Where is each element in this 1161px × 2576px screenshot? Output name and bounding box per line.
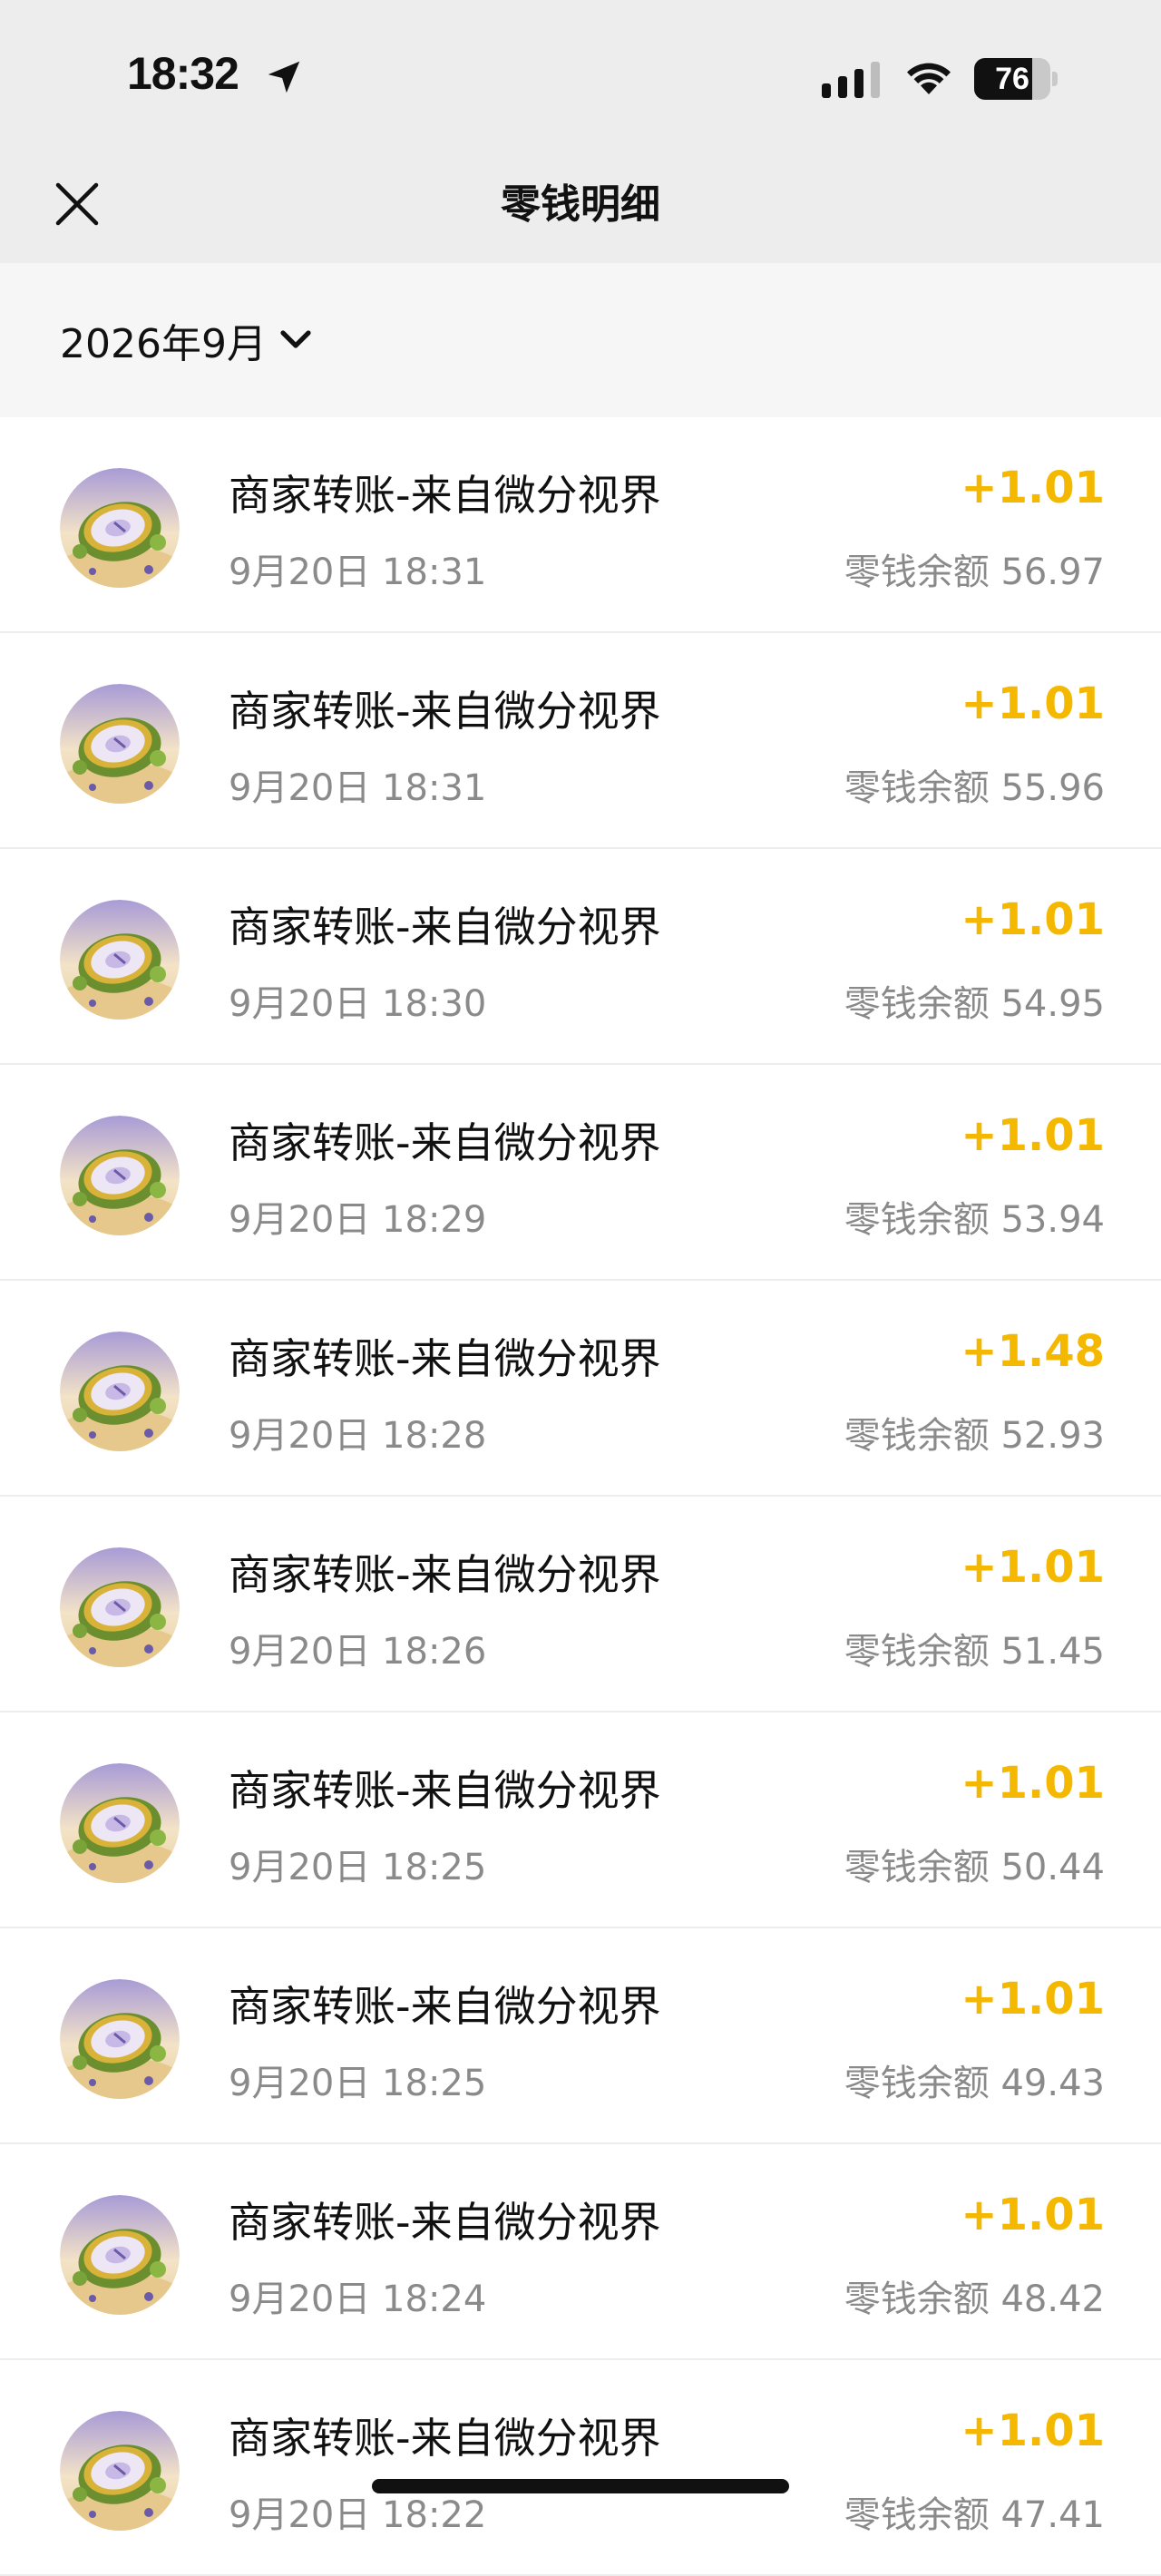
merchant-avatar — [60, 684, 180, 804]
merchant-avatar-image — [60, 684, 180, 804]
merchant-avatar — [60, 1763, 180, 1883]
transaction-amount: +1.01 — [961, 463, 1105, 513]
merchant-avatar — [60, 468, 180, 588]
transaction-balance: 零钱余额 52.93 — [844, 1415, 1105, 1457]
transaction-balance: 零钱余额 56.97 — [844, 551, 1105, 593]
transaction-amount: +1.01 — [961, 678, 1105, 729]
transaction-balance: 零钱余额 53.94 — [844, 1199, 1105, 1241]
transaction-time: 9月20日 18:31 — [229, 767, 487, 809]
transaction-row[interactable]: 商家转账-来自微分视界 9月20日 18:22 +1.01 零钱余额 47.41 — [0, 2360, 1161, 2576]
transaction-balance: 零钱余额 50.44 — [844, 1847, 1105, 1888]
merchant-avatar — [60, 1332, 180, 1451]
merchant-avatar-image — [60, 468, 180, 588]
merchant-avatar — [60, 1979, 180, 2099]
merchant-avatar-image — [60, 1116, 180, 1235]
transaction-list: 商家转账-来自微分视界 9月20日 18:31 +1.01 零钱余额 56.97… — [0, 417, 1161, 2576]
month-selector[interactable]: 2026年9月 — [60, 310, 314, 370]
close-icon — [55, 182, 99, 226]
transaction-time: 9月20日 18:31 — [229, 551, 487, 593]
merchant-avatar-image — [60, 1979, 180, 2099]
transaction-row[interactable]: 商家转账-来自微分视界 9月20日 18:30 +1.01 零钱余额 54.95 — [0, 849, 1161, 1065]
transaction-row[interactable]: 商家转账-来自微分视界 9月20日 18:28 +1.48 零钱余额 52.93 — [0, 1281, 1161, 1497]
transaction-balance: 零钱余额 49.43 — [844, 2063, 1105, 2104]
battery-level: 76 — [995, 62, 1029, 96]
merchant-avatar-image — [60, 1547, 180, 1667]
merchant-avatar — [60, 2195, 180, 2315]
transaction-title: 商家转账-来自微分视界 — [229, 1550, 661, 1599]
transaction-row[interactable]: 商家转账-来自微分视界 9月20日 18:25 +1.01 零钱余额 49.43 — [0, 1928, 1161, 2144]
transaction-amount: +1.48 — [961, 1326, 1105, 1377]
transaction-amount: +1.01 — [961, 1758, 1105, 1809]
transaction-balance: 零钱余额 48.42 — [844, 2278, 1105, 2320]
transaction-title: 商家转账-来自微分视界 — [229, 1766, 661, 1815]
transaction-amount: +1.01 — [961, 1542, 1105, 1593]
transaction-amount: +1.01 — [961, 2190, 1105, 2240]
merchant-avatar — [60, 1547, 180, 1667]
merchant-avatar — [60, 1116, 180, 1235]
transaction-title: 商家转账-来自微分视界 — [229, 2414, 661, 2463]
transaction-amount: +1.01 — [961, 1974, 1105, 2025]
transaction-time: 9月20日 18:25 — [229, 1847, 487, 1888]
merchant-avatar-image — [60, 1332, 180, 1451]
transaction-title: 商家转账-来自微分视界 — [229, 687, 661, 736]
transaction-row[interactable]: 商家转账-来自微分视界 9月20日 18:31 +1.01 零钱余额 56.97 — [0, 417, 1161, 633]
transaction-balance: 零钱余额 55.96 — [844, 767, 1105, 809]
transaction-time: 9月20日 18:30 — [229, 983, 487, 1025]
merchant-avatar-image — [60, 2411, 180, 2531]
transaction-amount: +1.01 — [961, 894, 1105, 945]
status-time: 18:32 — [127, 48, 239, 99]
wifi-icon — [907, 63, 951, 94]
transaction-title: 商家转账-来自微分视界 — [229, 2198, 661, 2247]
transaction-title: 商家转账-来自微分视界 — [229, 903, 661, 951]
cellular-signal-icon — [822, 62, 880, 98]
transaction-row[interactable]: 商家转账-来自微分视界 9月20日 18:25 +1.01 零钱余额 50.44 — [0, 1712, 1161, 1928]
page-title: 零钱明细 — [501, 181, 660, 228]
transaction-time: 9月20日 18:26 — [229, 1631, 487, 1673]
battery-icon: 76 — [974, 58, 1058, 100]
merchant-avatar-image — [60, 2195, 180, 2315]
transaction-row[interactable]: 商家转账-来自微分视界 9月20日 18:26 +1.01 零钱余额 51.45 — [0, 1497, 1161, 1712]
transaction-time: 9月20日 18:24 — [229, 2278, 487, 2320]
transaction-balance: 零钱余额 47.41 — [844, 2494, 1105, 2536]
chevron-down-icon — [280, 330, 311, 348]
transaction-title: 商家转账-来自微分视界 — [229, 1118, 661, 1167]
transaction-time: 9月20日 18:28 — [229, 1415, 487, 1457]
transaction-balance: 零钱余额 51.45 — [844, 1631, 1105, 1673]
transaction-amount: +1.01 — [961, 1110, 1105, 1161]
merchant-avatar-image — [60, 900, 180, 1020]
transaction-time: 9月20日 18:25 — [229, 2063, 487, 2104]
transaction-title: 商家转账-来自微分视界 — [229, 1982, 661, 2031]
transaction-time: 9月20日 18:29 — [229, 1199, 487, 1241]
month-filter-bar: 2026年9月 — [0, 263, 1161, 417]
month-label: 2026年9月 — [60, 321, 267, 367]
transaction-title: 商家转账-来自微分视界 — [229, 471, 661, 520]
transaction-balance: 零钱余额 54.95 — [844, 983, 1105, 1025]
home-indicator — [372, 2479, 789, 2493]
nav-bar: 零钱明细 — [0, 152, 1161, 263]
status-bar: 18:32 76 — [0, 0, 1161, 152]
transaction-title: 商家转账-来自微分视界 — [229, 1334, 661, 1383]
transaction-row[interactable]: 商家转账-来自微分视界 9月20日 18:31 +1.01 零钱余额 55.96 — [0, 633, 1161, 849]
close-button[interactable] — [47, 174, 107, 234]
battery-body: 76 — [974, 58, 1050, 100]
merchant-avatar — [60, 900, 180, 1020]
transaction-row[interactable]: 商家转账-来自微分视界 9月20日 18:24 +1.01 零钱余额 48.42 — [0, 2144, 1161, 2360]
battery-tip — [1052, 72, 1058, 86]
transaction-amount: +1.01 — [961, 2405, 1105, 2456]
location-arrow-icon — [268, 61, 300, 93]
transaction-row[interactable]: 商家转账-来自微分视界 9月20日 18:29 +1.01 零钱余额 53.94 — [0, 1065, 1161, 1281]
merchant-avatar-image — [60, 1763, 180, 1883]
merchant-avatar — [60, 2411, 180, 2531]
